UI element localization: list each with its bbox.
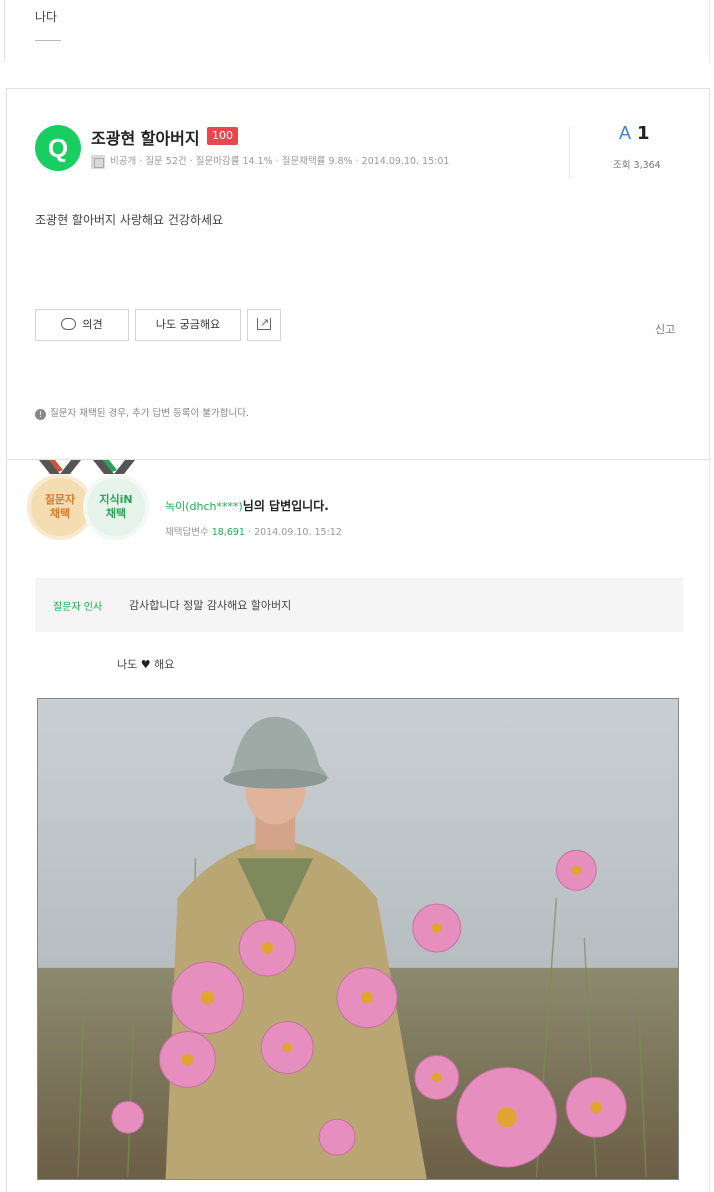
medal-ribbon-icon xyxy=(39,460,81,474)
question-date: 2014.09.10. 15:01 xyxy=(361,156,450,167)
thanks-text: 감사합니다 정말 감사해요 할아버지 xyxy=(129,599,292,612)
question-body: 조광현 할아버지 사랑해요 건강하세요 xyxy=(35,213,224,227)
badge-line: 채택 xyxy=(105,507,127,520)
thanks-label: 질문자 인사 xyxy=(53,602,103,613)
question-author[interactable]: 조광현 할아버지 xyxy=(91,125,200,149)
answer-section: 질문자 채택 지식iN 채택 녹이(dhch****)님의 답변입니다. 채택답변수… xyxy=(6,460,710,1192)
notice-text: 질문자 채택된 경우, 추가 답변 등록이 불가합니다. xyxy=(50,408,249,419)
close-rate: 질문마감률 14.1% xyxy=(195,156,273,167)
adopted-count-label: 채택답변수 xyxy=(165,527,209,538)
q-logo-icon: Q xyxy=(35,125,81,171)
like-line[interactable]: 나도 ♥ 해요 xyxy=(117,656,174,672)
answer-count-value: 1 xyxy=(637,123,650,144)
like-prefix: 나도 xyxy=(117,658,138,671)
answerer-title: 녹이(dhch****)님의 답변입니다. xyxy=(165,497,329,514)
question-meta: 비공개 · 질문 52건 · 질문마감률 14.1% · 질문채택률 9.8% … xyxy=(91,153,449,169)
badge-line: 채택 xyxy=(49,507,71,520)
privacy-label: 비공개 xyxy=(110,156,137,167)
answerer-suffix: 님의 답변입니다. xyxy=(242,499,329,513)
view-count: 조회 3,364 xyxy=(613,160,661,171)
report-link[interactable]: 신고 xyxy=(655,321,675,337)
question-card: Q 조광현 할아버지 100 비공개 · 질문 52건 · 질문마감률 14.1… xyxy=(6,88,710,460)
share-button[interactable] xyxy=(247,308,281,341)
info-icon: ! xyxy=(35,409,46,420)
answerer-nickname[interactable]: 녹이(dhch****) xyxy=(165,500,243,513)
medal-ribbon-icon xyxy=(93,460,135,474)
answer-meta: 채택답변수 18,691 · 2014.09.10. 15:12 xyxy=(165,527,342,538)
heart-icon: ♥ xyxy=(140,658,151,671)
adopt-notice: ! 질문자 채택된 경우, 추가 답변 등록이 불가합니다. xyxy=(35,405,249,420)
question-count: 질문 52건 xyxy=(145,156,187,167)
divider xyxy=(35,40,61,41)
share-icon xyxy=(257,308,271,338)
previous-answer-card: 나다 xyxy=(4,0,710,62)
metoo-label: 나도 궁금해요 xyxy=(155,318,221,331)
answer-photo xyxy=(37,698,679,1180)
comment-icon xyxy=(61,318,77,330)
profile-icon xyxy=(91,154,105,169)
opinion-button[interactable]: 의견 xyxy=(35,309,129,341)
adopt-rate: 질문채택률 9.8% xyxy=(281,156,353,167)
answer-letter: A xyxy=(619,123,632,143)
level-badge: 100 xyxy=(207,127,238,145)
adopted-count: 18,691 xyxy=(211,527,245,538)
jisikin-adopt-badge: 지식iN 채택 xyxy=(83,474,149,540)
metoo-button[interactable]: 나도 궁금해요 xyxy=(135,309,241,341)
answer-count[interactable]: A1 xyxy=(619,123,650,144)
like-suffix: 해요 xyxy=(154,658,175,671)
badge-line: 지식iN xyxy=(99,492,133,506)
opinion-label: 의견 xyxy=(82,318,103,331)
questioner-thanks-box: 질문자 인사 감사합니다 정말 감사해요 할아버지 xyxy=(35,578,683,632)
badge-line: 질문자 xyxy=(44,492,76,506)
answer-date: 2014.09.10. 15:12 xyxy=(254,527,342,538)
previous-answer-text: 나다 xyxy=(35,10,58,24)
divider xyxy=(569,127,570,179)
